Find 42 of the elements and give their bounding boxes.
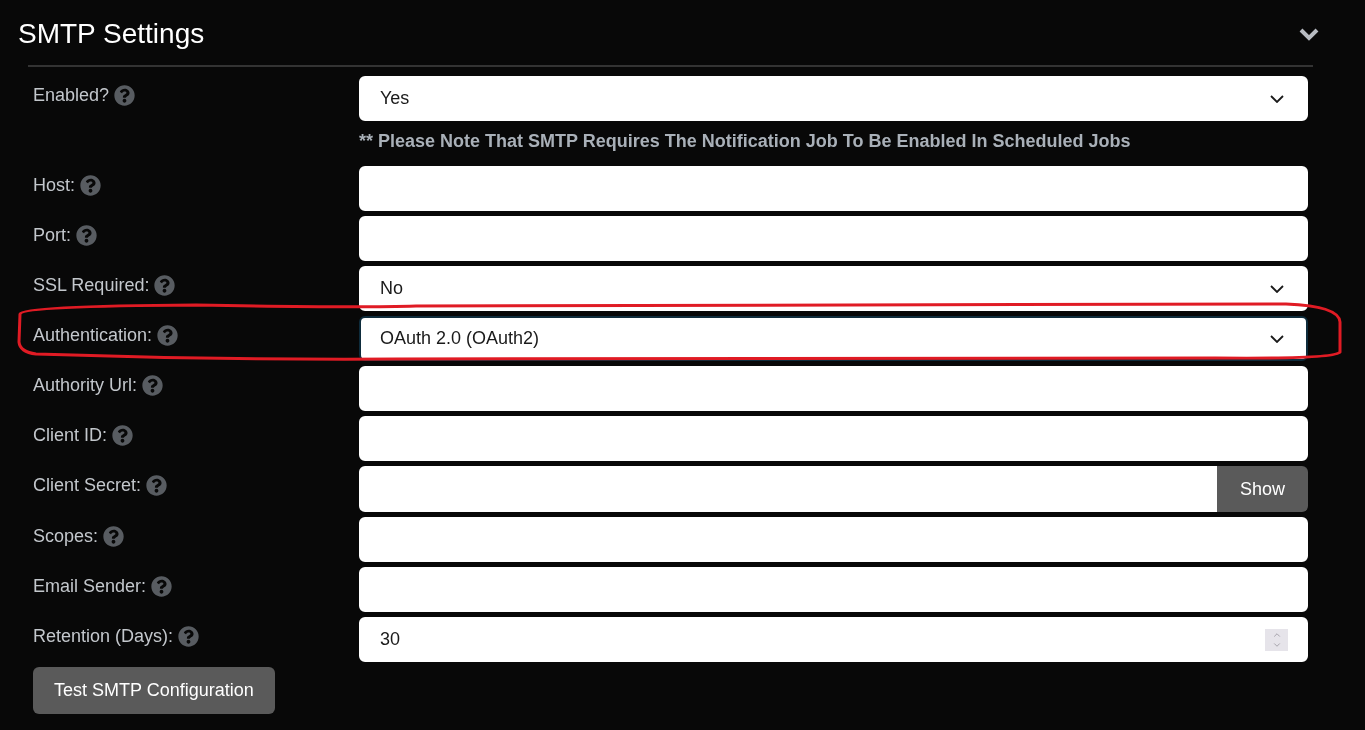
test-smtp-button[interactable]: Test SMTP Configuration [33, 667, 275, 714]
help-icon[interactable] [154, 275, 176, 296]
text-field[interactable] [359, 517, 1308, 562]
field-label: Client ID: [33, 424, 108, 447]
help-icon[interactable] [103, 526, 125, 547]
smtp-note: ** Please Note That SMTP Requires The Notification Job To Be Enabled In Scheduled Jobs [359, 129, 1132, 153]
text-field[interactable] [359, 416, 1308, 461]
number-field[interactable]: 30 [359, 617, 1308, 662]
help-icon[interactable] [112, 425, 134, 446]
help-icon[interactable] [146, 475, 168, 496]
text-field[interactable] [359, 567, 1308, 612]
chevron-down-icon [1270, 334, 1284, 343]
help-icon[interactable] [80, 175, 101, 196]
chevron-down-icon[interactable] [1299, 26, 1319, 41]
field-label: SSL Required: [33, 274, 150, 297]
text-field[interactable] [359, 366, 1308, 411]
field-label: Client Secret: [33, 474, 142, 497]
chevron-down-icon [1270, 284, 1284, 293]
select-field[interactable]: Yes [359, 76, 1308, 121]
select-field[interactable]: No [359, 266, 1308, 311]
help-icon[interactable] [114, 85, 136, 106]
select-field[interactable]: OAuth 2.0 (OAuth2) [359, 316, 1308, 361]
chevron-down-icon [1270, 94, 1284, 103]
text-field[interactable] [359, 216, 1308, 261]
section-title: SMTP Settings [18, 16, 205, 51]
field-label: Retention (Days): [33, 625, 174, 648]
field-label: Port: [33, 224, 71, 247]
field-label: Enabled? [33, 84, 110, 107]
show-button[interactable]: Show [1217, 466, 1308, 512]
help-icon[interactable] [157, 325, 179, 346]
help-icon[interactable] [151, 576, 173, 597]
field-label: Authority Url: [33, 374, 138, 397]
text-field[interactable] [359, 166, 1308, 211]
help-icon[interactable] [178, 626, 200, 647]
field-label: Scopes: [33, 525, 99, 548]
field-label: Authentication: [33, 324, 153, 347]
spinner-icon[interactable] [1265, 628, 1288, 651]
help-icon[interactable] [76, 225, 97, 246]
field-label: Host: [33, 174, 75, 197]
password-field[interactable] [359, 466, 1217, 512]
field-label: Email Sender: [33, 575, 147, 598]
help-icon[interactable] [142, 375, 164, 396]
